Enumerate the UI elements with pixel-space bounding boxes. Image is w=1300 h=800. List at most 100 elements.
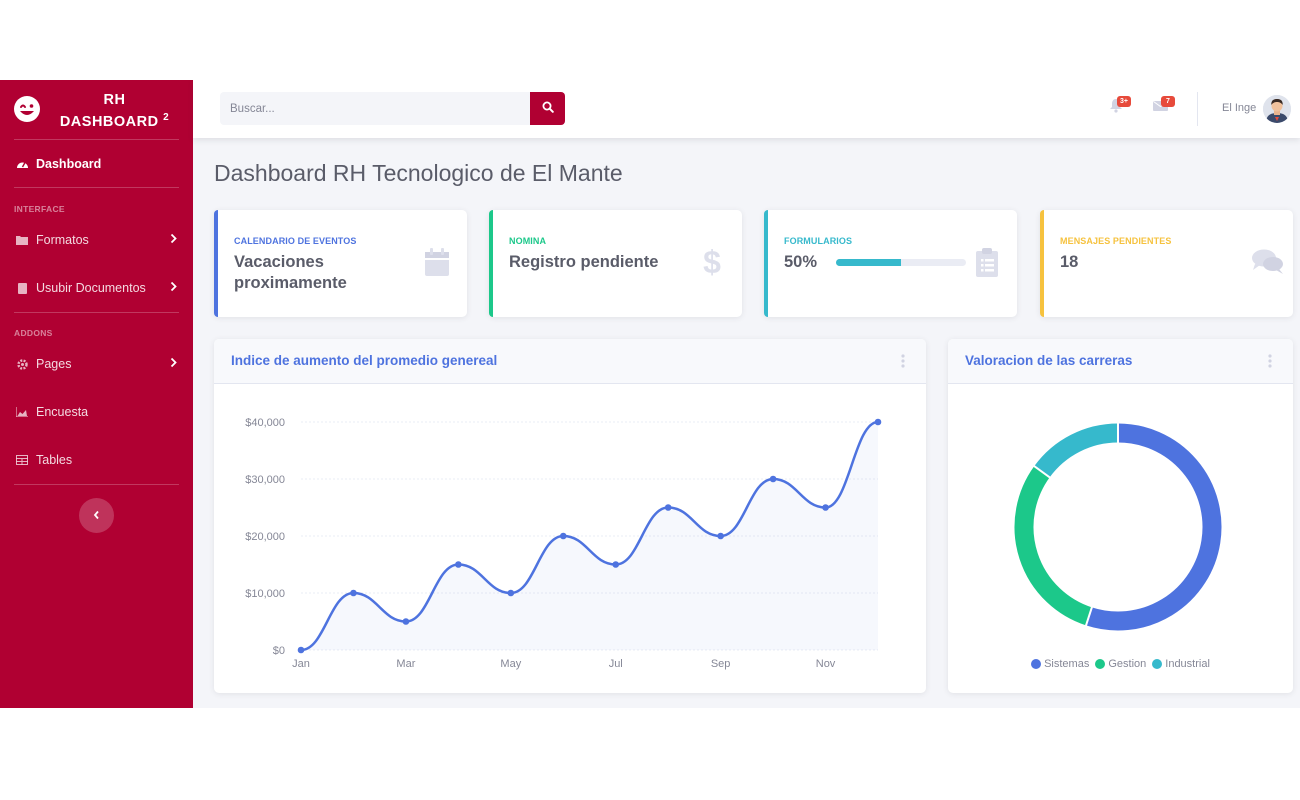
donut-chart [1014,421,1222,631]
laugh-wink-icon [12,94,42,124]
sidebar-item-label: Usubir Documentos [36,281,146,295]
data-point[interactable] [612,561,620,568]
stat-label: FORMULARIOS [784,236,853,246]
sidebar-divider [14,312,179,313]
stat-card-mensajes: MENSAJES PENDIENTES 18 [1040,210,1293,317]
alerts-button[interactable]: 3+ [1109,96,1131,118]
sidebar-item-label: Encuesta [36,405,89,419]
search-icon [542,100,554,118]
data-point[interactable] [350,589,357,597]
sidebar-item-pages[interactable]: Pages [0,344,193,384]
legend-swatch [1152,659,1163,669]
data-point[interactable] [297,646,305,654]
progress-fill [836,259,901,266]
chevron-right-icon [170,281,177,295]
card-title: Valoracion de las carreras [965,353,1133,368]
table-icon [15,453,29,467]
stat-card-formularios: FORMULARIOS 50% [764,210,1017,317]
search-input[interactable] [220,92,530,125]
legend-item[interactable]: Sistemas [1031,658,1089,670]
stat-value: Vacaciones proximamente [234,253,347,292]
file-icon [15,281,29,295]
stat-label: CALENDARIO DE EVENTOS [234,236,357,246]
gear-icon [15,357,29,371]
sidebar: RH DASHBOARD 2 Dashboard INTERFACE Forma… [0,80,193,708]
donut-chart-card: Valoracion de las carreras Sistemas Gesti… [948,339,1293,693]
app-shell: RH DASHBOARD 2 Dashboard INTERFACE Forma… [0,80,1300,708]
sidebar-divider [14,484,179,485]
legend-swatch [1095,659,1106,669]
sidebar-item-formatos[interactable]: Formatos [0,220,193,260]
x-tick-label: Mar [396,658,415,670]
x-tick-label: Jul [609,658,623,670]
stat-value: Registro pendiente [509,253,659,271]
donut-slice[interactable] [1034,423,1119,478]
data-point[interactable] [664,504,672,511]
chevron-left-icon [93,507,100,525]
sidebar-item-encuesta[interactable]: Encuesta [0,392,193,432]
data-point[interactable] [769,475,777,483]
sidebar-toggle-button[interactable] [79,498,114,533]
sidebar-item-dashboard[interactable]: Dashboard [0,144,193,184]
user-name[interactable]: El Inge [1222,102,1256,114]
chevron-right-icon [170,233,177,247]
x-tick-label: May [500,658,521,670]
y-tick-label: $30,000 [245,474,285,486]
legend-label: Sistemas [1044,658,1090,670]
stat-card-accent [489,210,493,317]
brand-line-1: RH [103,92,126,108]
sidebar-item-label: Tables [36,453,73,467]
sidebar-item-label: Formatos [36,233,89,247]
alerts-badge: 3+ [1117,96,1131,107]
legend-item[interactable]: Gestion [1095,658,1146,670]
card-header: Valoracion de las carreras [948,339,1293,384]
donut-slice[interactable] [1086,423,1222,631]
search-group [220,92,565,125]
chart-legend: Sistemas Gestion Industrial [948,658,1293,670]
sidebar-item-label: Pages [36,357,72,371]
topbar-divider [1197,92,1198,126]
folder-icon [15,233,29,247]
brand[interactable]: RH DASHBOARD 2 [0,80,193,138]
stat-label: MENSAJES PENDIENTES [1060,236,1172,246]
page-title: Dashboard RH Tecnologico de El Mante [214,160,623,186]
data-point[interactable] [874,418,882,426]
clipboard-icon [973,246,1001,278]
brand-sup: 2 [163,112,170,123]
avatar[interactable] [1263,95,1291,123]
data-point[interactable] [559,532,567,540]
area-chart: $0 $10,000 $20,000 $30,000 $40,000 Jan Mar May J… [245,417,882,670]
stat-card-accent [214,210,218,317]
y-tick-label: $40,000 [245,417,285,429]
sidebar-item-tables[interactable]: Tables [0,440,193,480]
y-tick-label: $20,000 [245,531,285,543]
card-header: Indice de aumento del promedio genereal [214,339,926,384]
donut-slice[interactable] [1014,466,1093,626]
search-button[interactable] [530,92,565,125]
stat-card-accent [764,210,768,317]
y-tick-label: $0 [273,645,285,657]
legend-item[interactable]: Industrial [1152,658,1210,670]
messages-button[interactable]: 7 [1153,96,1175,118]
kebab-menu-icon[interactable] [1267,353,1273,369]
data-point[interactable] [455,561,462,568]
comments-icon [1251,246,1283,278]
data-point[interactable] [402,618,410,625]
sidebar-divider [14,139,179,140]
data-point[interactable] [717,532,724,540]
sidebar-divider [14,187,179,188]
sidebar-heading-addons: ADDONS [14,328,53,338]
kebab-menu-icon[interactable] [900,353,906,369]
data-point[interactable] [507,589,515,597]
tachometer-icon [15,157,29,171]
calendar-icon [423,246,451,278]
brand-line-2: DASHBOARD [59,113,159,130]
sidebar-item-subir-documentos[interactable]: Usubir Documentos [0,268,193,308]
stat-card-nomina: NOMINA Registro pendiente $ [489,210,742,317]
stat-card-accent [1040,210,1044,317]
formularios-progress-bar [836,259,966,266]
legend-label: Industrial [1165,658,1210,670]
stat-card-calendario: CALENDARIO DE EVENTOS Vacaciones proxima… [214,210,467,317]
data-point[interactable] [822,504,829,511]
x-tick-label: Jan [292,658,310,670]
